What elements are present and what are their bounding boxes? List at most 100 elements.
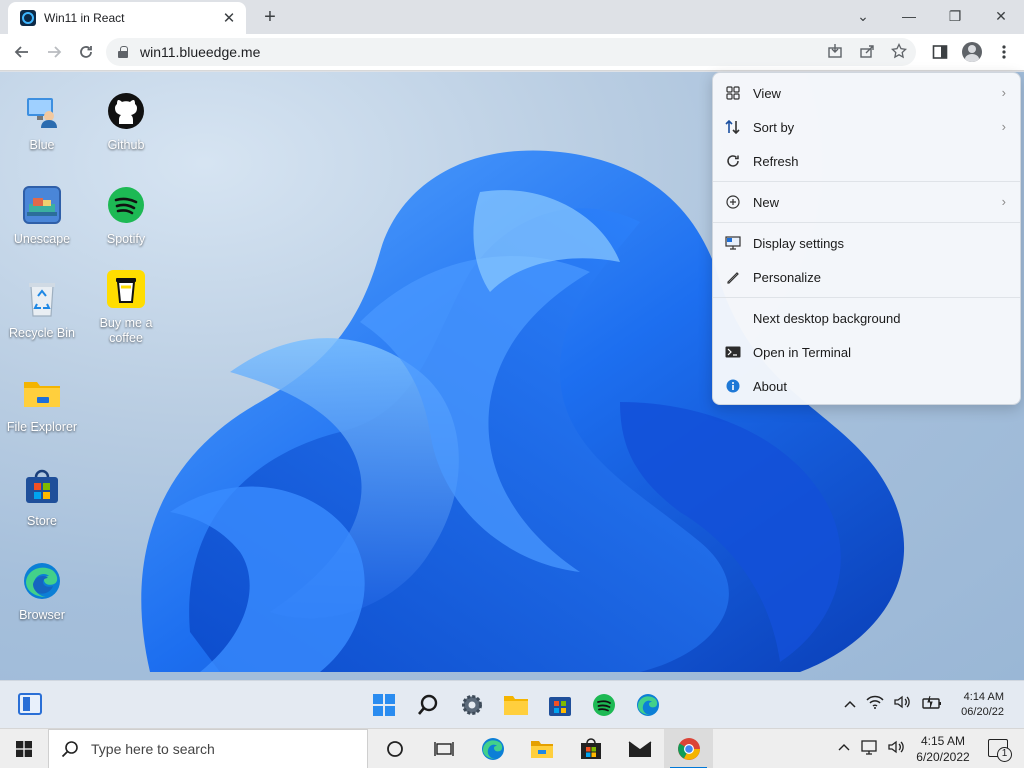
desktop-icon-github[interactable]: Github bbox=[86, 74, 166, 158]
notification-count-badge: 1 bbox=[997, 747, 1012, 762]
menu-separator bbox=[713, 297, 1020, 298]
win11-edge-icon[interactable] bbox=[630, 689, 666, 721]
win11-time: 4:14 AM bbox=[963, 691, 1004, 703]
forward-arrow-icon[interactable] bbox=[38, 36, 70, 68]
terminal-icon bbox=[725, 344, 741, 360]
menu-item-personalize[interactable]: Personalize bbox=[713, 260, 1020, 294]
win11-settings-icon[interactable] bbox=[454, 689, 490, 721]
desktop-icon-file-explorer[interactable]: File Explorer bbox=[2, 356, 82, 440]
desktop-icon-label: Recycle Bin bbox=[9, 326, 75, 340]
tab-title: Win11 in React bbox=[44, 11, 125, 25]
store-taskbar-icon[interactable] bbox=[566, 729, 615, 768]
search-placeholder: Type here to search bbox=[91, 741, 215, 757]
tab-close-icon[interactable]: ✕ bbox=[220, 9, 238, 27]
refresh-icon bbox=[725, 153, 741, 169]
restore-button[interactable]: ❐ bbox=[932, 0, 978, 32]
menu-item-sort-by[interactable]: Sort by › bbox=[713, 110, 1020, 144]
browser-menu-kebab-icon[interactable] bbox=[990, 38, 1018, 66]
bookmark-star-icon[interactable] bbox=[890, 42, 908, 62]
chrome-taskbar-icon[interactable] bbox=[664, 729, 713, 768]
desktop-icon-unescape[interactable]: Unescape bbox=[2, 168, 82, 252]
desktop-icon-blue[interactable]: Blue bbox=[2, 74, 82, 158]
show-hidden-icons-chevron-icon[interactable] bbox=[844, 696, 856, 712]
sort-icon bbox=[725, 119, 741, 135]
menu-item-new[interactable]: New › bbox=[713, 185, 1020, 219]
browser-tab[interactable]: Win11 in React ✕ bbox=[8, 2, 246, 34]
desktop-icon-label: File Explorer bbox=[6, 420, 78, 434]
coffee-cup-icon bbox=[107, 270, 145, 308]
win11-spotify-icon[interactable] bbox=[586, 689, 622, 721]
menu-item-label: About bbox=[753, 378, 787, 394]
blue-user-icon bbox=[23, 92, 61, 130]
desktop-icon-label: Buy me a coffee bbox=[99, 316, 153, 345]
menu-item-display-settings[interactable]: Display settings bbox=[713, 226, 1020, 260]
desktop-icon-label: Blue bbox=[29, 138, 55, 152]
menu-item-about[interactable]: About bbox=[713, 369, 1020, 403]
reload-icon[interactable] bbox=[70, 36, 102, 68]
menu-item-label: Open in Terminal bbox=[753, 344, 852, 360]
task-view-icon[interactable] bbox=[419, 729, 468, 768]
win10-taskbar: Type here to search 4:15 AM 6/20/2022 1 bbox=[0, 728, 1024, 768]
tab-search-chevron-icon[interactable]: ⌄ bbox=[840, 0, 886, 32]
win11-store-icon[interactable] bbox=[542, 689, 578, 721]
desktop-icon-spotify[interactable]: Spotify bbox=[86, 168, 166, 252]
install-app-icon[interactable] bbox=[826, 43, 844, 62]
menu-separator bbox=[713, 181, 1020, 182]
menu-separator bbox=[713, 222, 1020, 223]
cortana-icon[interactable] bbox=[370, 729, 419, 768]
win11-favicon-icon bbox=[20, 10, 36, 26]
widgets-icon[interactable] bbox=[18, 693, 42, 715]
win10-time: 4:15 AM bbox=[920, 734, 966, 748]
win11-search-icon[interactable] bbox=[410, 689, 446, 721]
desktop-icon-label: Github bbox=[107, 138, 145, 152]
minimize-button[interactable]: — bbox=[886, 0, 932, 32]
volume-icon[interactable] bbox=[894, 695, 912, 712]
browser-titlebar: Win11 in React ✕ + ⌄ — ❐ ✕ bbox=[0, 0, 1024, 34]
network-icon[interactable] bbox=[860, 740, 878, 759]
edge-icon bbox=[23, 562, 61, 600]
menu-item-refresh[interactable]: Refresh bbox=[713, 144, 1020, 178]
win10-search-box[interactable]: Type here to search bbox=[48, 729, 368, 768]
win11-start-icon[interactable] bbox=[366, 689, 402, 721]
win10-volume-icon[interactable] bbox=[888, 740, 906, 759]
lock-icon[interactable] bbox=[118, 46, 128, 58]
address-bar[interactable]: win11.blueedge.me bbox=[106, 38, 916, 66]
menu-item-label: Display settings bbox=[753, 235, 845, 251]
unescape-game-icon bbox=[23, 186, 61, 224]
window-controls: ⌄ — ❐ ✕ bbox=[840, 0, 1024, 34]
menu-item-next-desktop-background[interactable]: Next desktop background bbox=[713, 301, 1020, 335]
wifi-icon[interactable] bbox=[866, 695, 884, 712]
github-icon bbox=[107, 92, 145, 130]
menu-item-label: New bbox=[753, 194, 780, 210]
edge-taskbar-icon[interactable] bbox=[468, 729, 517, 768]
battery-icon[interactable] bbox=[922, 695, 942, 712]
monitor-icon bbox=[725, 235, 741, 251]
desktop-icon-label: Unescape bbox=[13, 232, 71, 246]
mail-taskbar-icon[interactable] bbox=[615, 729, 664, 768]
store-icon bbox=[23, 468, 61, 506]
url-text[interactable]: win11.blueedge.me bbox=[140, 44, 826, 60]
menu-item-open-in-terminal[interactable]: Open in Terminal bbox=[713, 335, 1020, 369]
menu-item-label: Personalize bbox=[753, 269, 821, 285]
file-explorer-taskbar-icon[interactable] bbox=[517, 729, 566, 768]
desktop-icon-buy-me-a-coffee[interactable]: Buy me a coffee bbox=[86, 252, 166, 352]
profile-avatar-icon[interactable] bbox=[958, 38, 986, 66]
win11-file-explorer-icon[interactable] bbox=[498, 689, 534, 721]
win10-start-button[interactable] bbox=[0, 729, 48, 768]
side-panel-icon[interactable] bbox=[926, 38, 954, 66]
win11-clock[interactable]: 4:14 AM 06/20/22 bbox=[961, 690, 1004, 720]
desktop-icon-browser[interactable]: Browser bbox=[2, 544, 82, 628]
desktop-icon-store[interactable]: Store bbox=[2, 450, 82, 534]
desktop-icon-recycle-bin[interactable]: Recycle Bin bbox=[2, 262, 82, 346]
close-button[interactable]: ✕ bbox=[978, 0, 1024, 32]
back-arrow-icon[interactable] bbox=[6, 36, 38, 68]
win10-hidden-icons-chevron-icon[interactable] bbox=[838, 740, 850, 759]
win10-clock[interactable]: 4:15 AM 6/20/2022 bbox=[912, 733, 974, 765]
share-icon[interactable] bbox=[858, 43, 876, 62]
new-tab-button[interactable]: + bbox=[258, 6, 282, 30]
desktop-icon-label: Spotify bbox=[106, 232, 146, 246]
plus-circle-icon bbox=[725, 194, 741, 210]
recycle-bin-icon bbox=[23, 280, 61, 318]
menu-item-view[interactable]: View › bbox=[713, 76, 1020, 110]
chevron-right-icon: › bbox=[1001, 119, 1006, 134]
